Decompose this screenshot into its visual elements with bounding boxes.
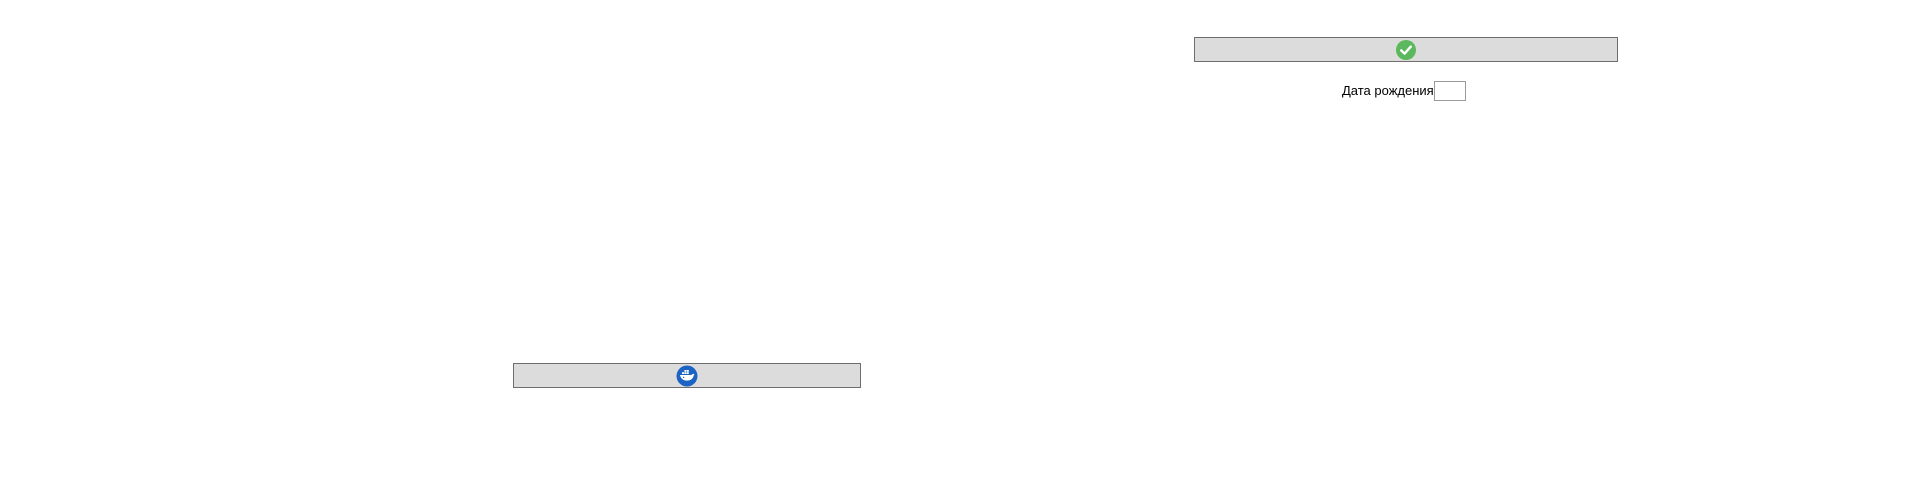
confirm-button[interactable] <box>1194 37 1618 62</box>
page: Дата рождения <box>0 0 1920 481</box>
birth-date-input[interactable] <box>1433 81 1466 101</box>
docker-button[interactable] <box>513 363 861 388</box>
birth-date-row: Дата рождения <box>1342 81 1466 101</box>
docker-whale-icon <box>676 365 698 387</box>
birth-date-label: Дата рождения <box>1342 83 1434 98</box>
check-circle-icon <box>1396 39 1416 60</box>
